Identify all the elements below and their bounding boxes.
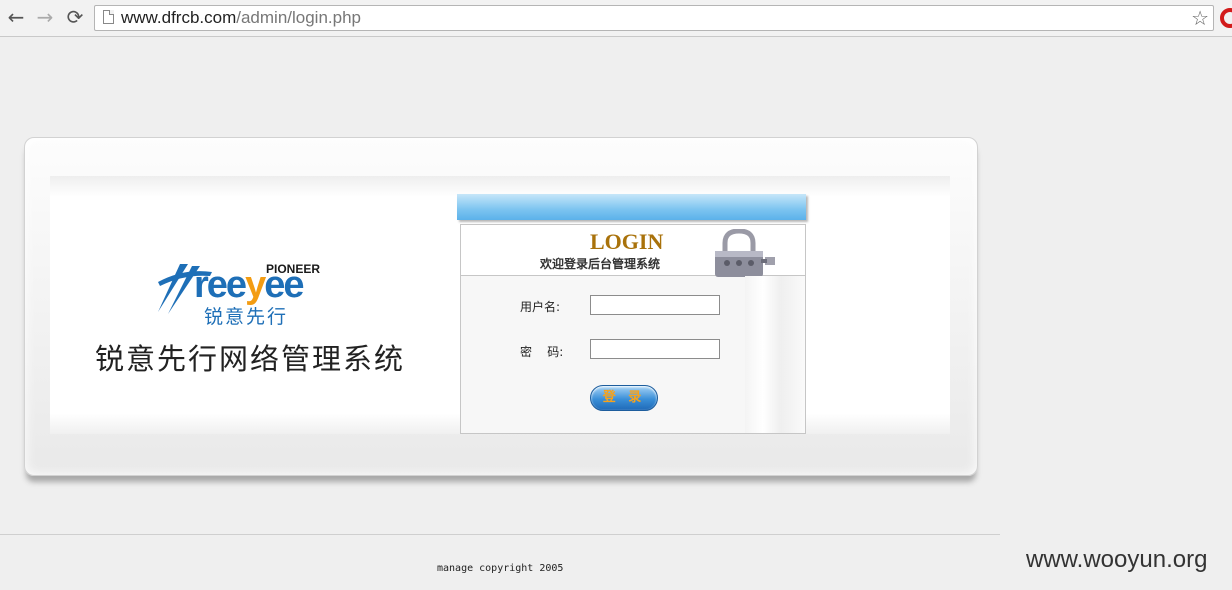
system-title: 锐意先行网络管理系统: [95, 342, 406, 376]
logo-word-accent: y: [245, 264, 266, 306]
username-input[interactable]: [590, 295, 720, 315]
login-subheading: 欢迎登录后台管理系统: [540, 257, 661, 271]
url-text[interactable]: www.dfrcb.com/admin/login.php: [121, 8, 361, 28]
login-box: LOGIN 欢迎登录后台管理系统 用户名: 密 码: 登 录: [460, 224, 806, 434]
reload-icon[interactable]: ⟳: [64, 6, 86, 28]
url-host: www.dfrcb.com: [121, 8, 237, 27]
copyright-text: manage copyright 2005: [437, 563, 564, 574]
side-decoration: [745, 276, 805, 433]
address-bar[interactable]: www.dfrcb.com/admin/login.php ☆: [94, 5, 1214, 31]
bookmark-star-icon[interactable]: ☆: [1191, 6, 1209, 30]
logo-tagline-en: PIONEER: [266, 262, 321, 276]
footer-divider: [0, 534, 1000, 535]
password-input[interactable]: [590, 339, 720, 359]
login-heading: LOGIN: [590, 229, 664, 254]
logo-word-prefix: ree: [194, 264, 247, 306]
forward-arrow-icon[interactable]: →: [34, 6, 56, 28]
back-arrow-icon[interactable]: ←: [5, 6, 27, 28]
padlock-icon: [715, 229, 775, 277]
login-submit-button[interactable]: 登 录: [590, 385, 658, 411]
logo-tagline-cn: 锐意先行: [204, 306, 289, 328]
password-label: 密 码:: [520, 345, 564, 359]
url-path: /admin/login.php: [236, 8, 362, 27]
page-icon: [103, 10, 114, 24]
wooyun-watermark: www.wooyun.org: [1026, 546, 1208, 573]
browser-toolbar: ← → ⟳ www.dfrcb.com/admin/login.php ☆: [0, 0, 1232, 37]
login-header: LOGIN 欢迎登录后台管理系统: [461, 225, 805, 277]
treeyee-logo: reeyee PIONEER 锐意先行: [140, 258, 328, 328]
login-title-bar: [457, 194, 806, 220]
username-label: 用户名:: [520, 300, 561, 314]
extension-icon[interactable]: [1220, 8, 1232, 28]
